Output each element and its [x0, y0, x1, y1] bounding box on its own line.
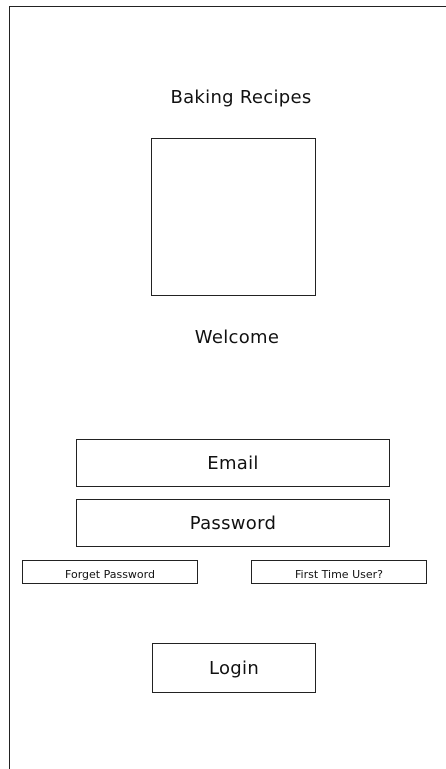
password-field[interactable]: Password — [76, 499, 390, 547]
forget-password-button[interactable]: Forget Password — [22, 560, 198, 584]
email-field-placeholder: Email — [207, 452, 259, 474]
first-time-user-button[interactable]: First Time User? — [251, 560, 427, 584]
password-field-placeholder: Password — [189, 512, 277, 534]
forget-password-label: Forget Password — [65, 568, 155, 581]
login-button[interactable]: Login — [152, 643, 316, 693]
logo-image-placeholder — [151, 138, 316, 296]
app-title: Baking Recipes — [170, 87, 312, 108]
email-field[interactable]: Email — [76, 439, 390, 487]
login-button-label: Login — [208, 657, 260, 679]
welcome-text: Welcome — [194, 327, 280, 348]
first-time-user-label: First Time User? — [295, 568, 383, 581]
